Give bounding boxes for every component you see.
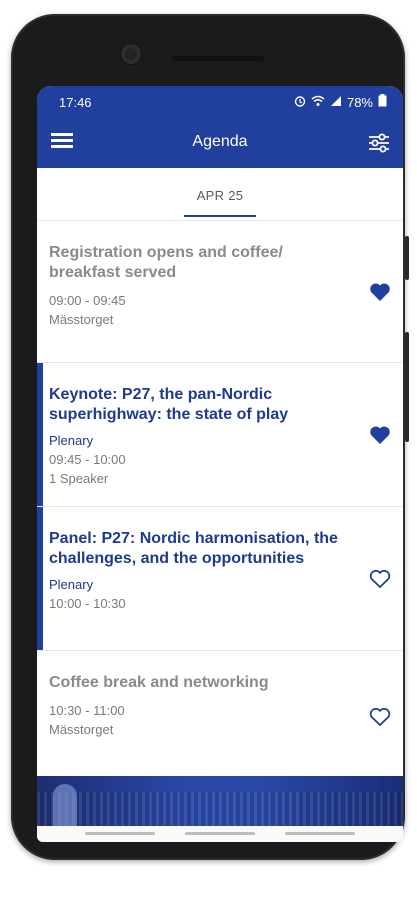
favorite-outline-icon[interactable] <box>369 707 391 727</box>
session-item[interactable]: Coffee break and networking 10:30 - 11:0… <box>37 651 403 782</box>
session-meta: Plenary 10:00 - 10:30 <box>49 575 343 613</box>
phone-frame: 17:46 78% Agenda APR 25 Registration ope… <box>11 14 409 860</box>
session-meta: 09:00 - 09:45 Mässtorget <box>49 291 343 329</box>
date-tabs: APR 25 <box>37 168 403 221</box>
wifi-icon <box>311 95 325 110</box>
signal-icon <box>330 95 342 110</box>
power-button <box>405 236 409 280</box>
tab-indicator <box>184 215 256 217</box>
session-time: 10:00 - 10:30 <box>49 596 126 611</box>
battery-percent: 78% <box>346 94 373 110</box>
session-title: Registration opens and coffee/ breakfast… <box>49 244 283 281</box>
status-bar: 17:46 78% <box>37 86 403 118</box>
filter-icon[interactable] <box>367 131 391 155</box>
alarm-icon <box>294 95 306 110</box>
tab-apr-25[interactable]: APR 25 <box>37 188 403 203</box>
session-time: 09:45 - 10:00 <box>49 452 126 467</box>
status-icons: 78% <box>294 94 387 110</box>
session-track: Plenary <box>49 577 94 592</box>
nav-home[interactable] <box>185 832 255 835</box>
nav-recents[interactable] <box>285 832 355 835</box>
session-location: Mässtorget <box>49 722 114 737</box>
session-item[interactable]: Registration opens and coffee/ breakfast… <box>37 221 403 363</box>
battery-icon <box>378 94 387 110</box>
session-item[interactable]: Keynote: P27, the pan-Nordic superhighwa… <box>37 363 403 507</box>
session-title: Keynote: P27, the pan-Nordic superhighwa… <box>49 386 289 423</box>
session-time: 10:30 - 11:00 <box>49 703 125 718</box>
session-meta: Plenary 09:45 - 10:00 1 Speaker <box>49 431 343 488</box>
nav-back[interactable] <box>85 832 155 835</box>
session-title: Coffee break and networking <box>49 674 269 691</box>
speaker-silhouette <box>53 784 77 826</box>
app-bar: Agenda <box>37 118 403 168</box>
session-title: Panel: P27: Nordic harmonisation, the ch… <box>49 530 338 567</box>
volume-button <box>405 332 409 442</box>
system-nav-bar <box>37 826 403 842</box>
session-location: Mässtorget <box>49 312 114 327</box>
favorite-filled-icon[interactable] <box>369 282 391 302</box>
screen: 17:46 78% Agenda APR 25 Registration ope… <box>37 86 403 842</box>
event-banner-image <box>37 776 403 826</box>
session-track: Plenary <box>49 433 94 448</box>
session-meta: 10:30 - 11:00 Mässtorget <box>49 701 343 739</box>
session-time: 09:00 - 09:45 <box>49 293 126 308</box>
favorite-outline-icon[interactable] <box>369 569 391 589</box>
status-time: 17:46 <box>59 95 92 110</box>
favorite-filled-icon[interactable] <box>369 425 391 445</box>
session-item[interactable]: Panel: P27: Nordic harmonisation, the ch… <box>37 507 403 651</box>
session-speakers: 1 Speaker <box>49 471 109 486</box>
earpiece-speaker <box>172 56 264 61</box>
page-title: Agenda <box>192 133 248 150</box>
audience-graphic <box>37 792 403 826</box>
front-camera <box>121 44 141 64</box>
